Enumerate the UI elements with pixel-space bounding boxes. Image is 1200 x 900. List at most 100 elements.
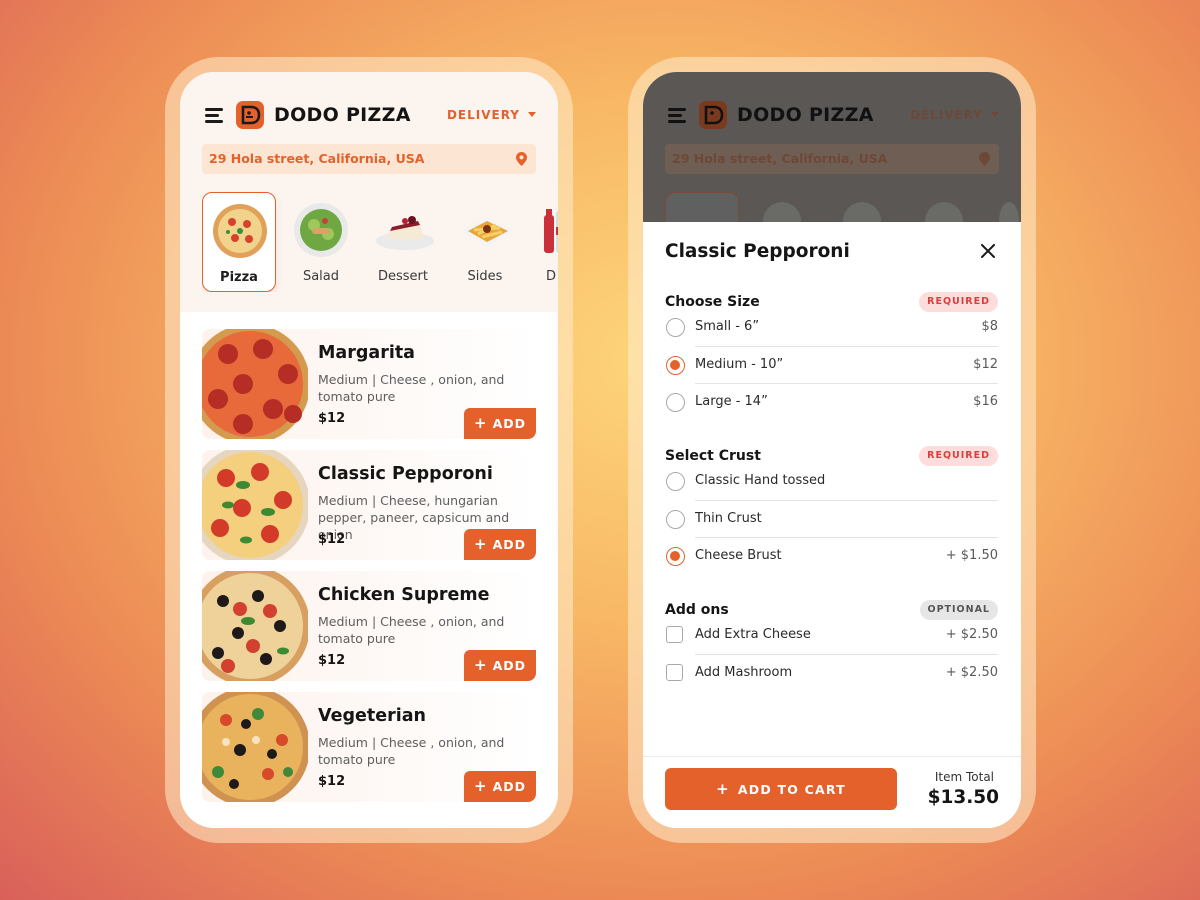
- option-label: Small - 6”: [695, 319, 760, 334]
- category-label: Sides: [467, 269, 503, 284]
- plus-icon: +: [473, 414, 488, 432]
- option-price: + $2.50: [945, 627, 998, 642]
- option-label: Add Extra Cheese: [695, 627, 811, 642]
- product-name: Vegeterian: [318, 706, 426, 726]
- radio-button[interactable]: [666, 472, 685, 491]
- product-card[interactable]: Chicken Supreme Medium | Cheese , onion,…: [202, 571, 536, 681]
- category-label: Salad: [302, 269, 340, 284]
- addon-extra-cheese[interactable]: Add Extra Cheese + $2.50: [665, 617, 998, 655]
- size-option-medium[interactable]: Medium - 10” $12: [665, 347, 998, 384]
- option-label: Cheese Brust: [695, 548, 782, 563]
- category-label: Dessert: [378, 269, 428, 284]
- radio-button[interactable]: [666, 393, 685, 412]
- checkbox[interactable]: [666, 626, 683, 643]
- category-label: Pizza: [220, 270, 258, 285]
- address-field: 29 Hola street, California, USA: [665, 144, 999, 174]
- address-field[interactable]: 29 Hola street, California, USA: [202, 144, 536, 174]
- brand-name: DODO PIZZA: [274, 104, 411, 126]
- add-button[interactable]: + ADD: [464, 408, 536, 439]
- add-button[interactable]: + ADD: [464, 650, 536, 681]
- section-title: Add ons: [665, 602, 729, 618]
- section-title: Select Crust: [665, 448, 761, 464]
- brand-name: DODO PIZZA: [737, 104, 874, 126]
- address-text: 29 Hola street, California, USA: [672, 151, 888, 166]
- address-text: 29 Hola street, California, USA: [209, 151, 425, 166]
- add-label: ADD: [492, 779, 526, 794]
- product-card[interactable]: Classic Pepporoni Medium | Cheese, hunga…: [202, 450, 536, 560]
- product-price: $12: [318, 411, 346, 426]
- product-price: $12: [318, 532, 346, 547]
- plus-icon: +: [473, 656, 488, 674]
- checkbox[interactable]: [666, 663, 683, 681]
- option-label: Medium - 10”: [695, 356, 784, 372]
- plus-icon: +: [716, 780, 730, 798]
- radio-button[interactable]: [666, 509, 685, 529]
- salad-icon: [294, 203, 348, 257]
- category-drinks[interactable]: D: [530, 192, 558, 292]
- add-button[interactable]: + ADD: [464, 771, 536, 802]
- chevron-down-icon: [991, 112, 999, 117]
- crust-option-cheese-brust[interactable]: Cheese Brust + $1.50: [665, 538, 998, 576]
- pizza-photo: [202, 329, 308, 439]
- drinks-icon: [544, 209, 558, 253]
- menu-screen: DODO PIZZA DELIVERY 29 Hola street, Cali…: [180, 72, 558, 828]
- radio-button-selected[interactable]: [666, 355, 685, 375]
- pizza-photo: [202, 571, 308, 681]
- dodo-logo-icon: [236, 101, 264, 129]
- product-name: Classic Pepporoni: [318, 464, 493, 484]
- top-bar: DODO PIZZA DELIVERY: [665, 100, 999, 130]
- product-name: Chicken Supreme: [318, 585, 490, 605]
- size-option-large[interactable]: Large - 14” $16: [665, 384, 998, 422]
- pizza-photo: [202, 450, 308, 560]
- radio-button[interactable]: [666, 318, 685, 337]
- add-to-cart-button[interactable]: + ADD TO CART: [665, 768, 897, 810]
- product-detail-screen: DODO PIZZA DELIVERY 29 Hola street, Cali…: [643, 72, 1021, 828]
- radio-button-selected[interactable]: [666, 547, 685, 566]
- dodo-logo-icon: [699, 101, 727, 129]
- option-label: Classic Hand tossed: [695, 473, 826, 488]
- chevron-down-icon: [528, 112, 536, 117]
- product-card[interactable]: Vegeterian Medium | Cheese , onion, and …: [202, 692, 536, 802]
- option-price: $12: [973, 356, 998, 372]
- fries-icon: [462, 217, 514, 247]
- sheet-title: Classic Pepporoni: [665, 241, 850, 262]
- add-button[interactable]: + ADD: [464, 529, 536, 560]
- product-description: Medium | Cheese , onion, and tomato pure: [318, 372, 505, 404]
- size-option-small[interactable]: Small - 6” $8: [665, 309, 998, 347]
- hamburger-menu-icon[interactable]: [205, 108, 223, 123]
- sheet-footer: + ADD TO CART Item Total $13.50: [643, 756, 1021, 828]
- add-label: ADD: [492, 416, 526, 431]
- product-description: Medium | Cheese , onion, and tomato pure: [318, 614, 505, 646]
- category-salad[interactable]: Salad: [284, 192, 358, 292]
- crust-option-hand-tossed[interactable]: Classic Hand tossed: [665, 463, 998, 501]
- location-pin-icon: [979, 152, 990, 166]
- add-label: ADD: [492, 658, 526, 673]
- delivery-dropdown: DELIVERY: [910, 108, 999, 122]
- pizza-photo: [202, 692, 308, 802]
- delivery-label: DELIVERY: [909, 108, 983, 122]
- option-price: + $1.50: [945, 548, 998, 563]
- crust-option-thin[interactable]: Thin Crust: [665, 501, 998, 538]
- delivery-dropdown[interactable]: DELIVERY: [447, 108, 536, 122]
- category-label: D: [546, 269, 557, 284]
- option-price: + $2.50: [945, 664, 998, 680]
- item-total-label: Item Total: [934, 770, 994, 784]
- top-bar: DODO PIZZA DELIVERY: [202, 100, 536, 130]
- category-strip: Pizza Salad Dessert Sides D: [202, 192, 558, 292]
- category-dessert[interactable]: Dessert: [366, 192, 440, 292]
- hamburger-menu-icon: [668, 108, 686, 123]
- section-title: Choose Size: [665, 294, 760, 310]
- category-pizza[interactable]: Pizza: [202, 192, 276, 292]
- product-card[interactable]: Margarita Medium | Cheese , onion, and t…: [202, 329, 536, 439]
- option-label: Large - 14”: [695, 394, 768, 409]
- header-area: DODO PIZZA DELIVERY 29 Hola street, Cali…: [180, 72, 558, 312]
- addon-mashroom[interactable]: Add Mashroom + $2.50: [665, 655, 998, 693]
- dimmed-backdrop[interactable]: DODO PIZZA DELIVERY 29 Hola street, Cali…: [643, 72, 1021, 232]
- close-icon[interactable]: [981, 244, 995, 258]
- product-name: Margarita: [318, 343, 415, 363]
- category-sides[interactable]: Sides: [448, 192, 522, 292]
- option-price: $16: [973, 394, 998, 409]
- delivery-label: DELIVERY: [446, 108, 520, 122]
- add-to-cart-label: ADD TO CART: [737, 782, 846, 797]
- plus-icon: +: [473, 535, 488, 553]
